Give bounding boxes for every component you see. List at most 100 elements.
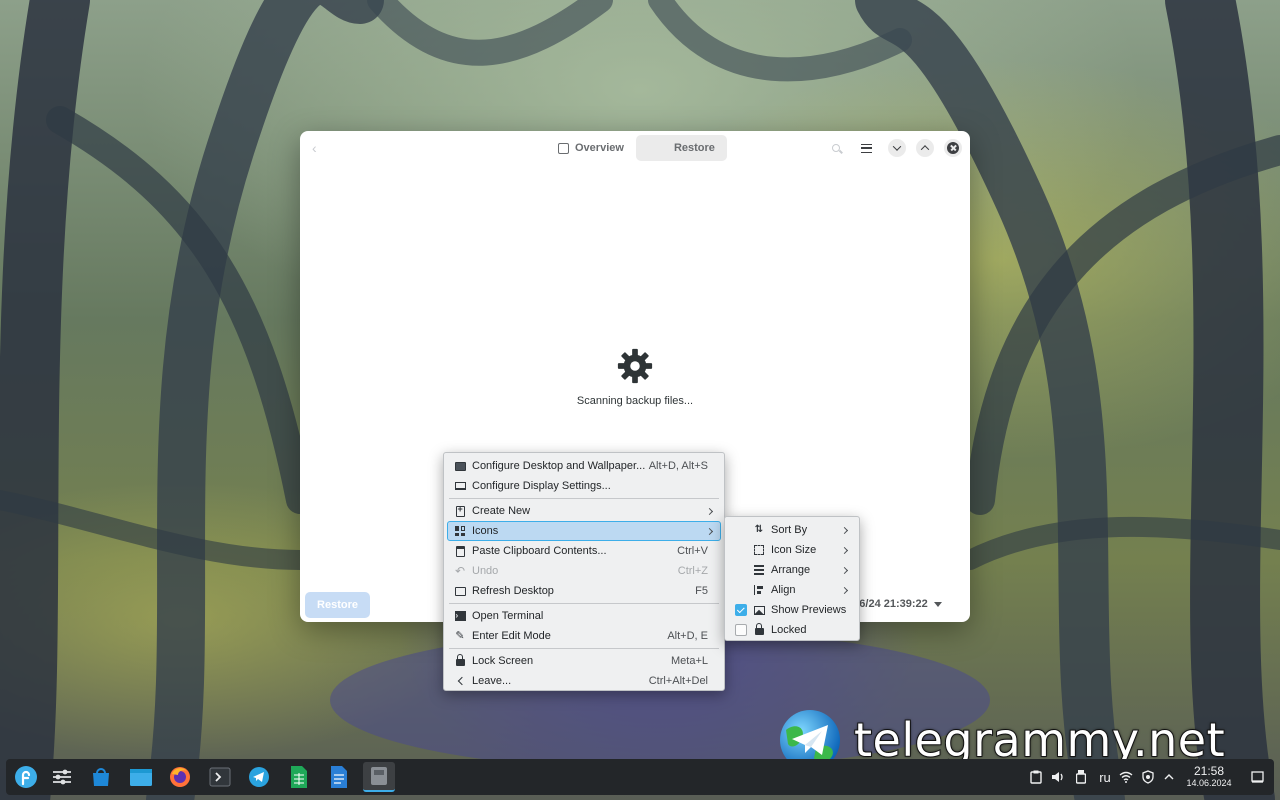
menu-item-open-terminal[interactable]: › Open Terminal — [447, 606, 721, 626]
gear-icon — [617, 348, 653, 384]
align-icon — [753, 584, 765, 596]
scan-status: Scanning backup files... — [300, 347, 970, 407]
menu-item-refresh[interactable]: Refresh Desktop F5 — [447, 581, 721, 601]
tab-restore[interactable]: Restore — [635, 135, 727, 161]
taskbar-telegram[interactable] — [243, 762, 275, 792]
taskbar-terminal[interactable] — [204, 762, 236, 792]
dropdown-arrow-icon — [933, 601, 942, 607]
sort-icon: ⇅ — [754, 524, 764, 535]
menu-item-paste[interactable]: Paste Clipboard Contents... Ctrl+V — [447, 541, 721, 561]
menu-item-label: Icons — [472, 525, 499, 537]
chevron-down-icon — [892, 142, 902, 151]
clock-time: 21:58 — [1193, 764, 1225, 778]
menu-item-icons[interactable]: Icons — [447, 521, 721, 541]
overview-icon — [558, 142, 569, 154]
menu-item-label: Create New — [472, 505, 531, 517]
checkbox-checked-icon[interactable] — [735, 604, 747, 616]
chevron-right-icon — [705, 527, 714, 535]
checkbox-unchecked-icon[interactable] — [735, 624, 747, 636]
updates-tray[interactable] — [1140, 759, 1156, 795]
leave-icon — [454, 675, 466, 687]
menu-item-label: Leave... — [472, 675, 512, 687]
speaker-icon — [1052, 772, 1063, 782]
taskbar-settings[interactable] — [46, 762, 78, 792]
taskbar-backup[interactable] — [363, 762, 395, 792]
close-icon — [947, 142, 959, 154]
firefox-icon — [170, 767, 190, 787]
taskbar-spreadsheet[interactable] — [283, 762, 315, 792]
pencil-icon: ✎ — [455, 630, 465, 642]
terminal-icon — [209, 767, 231, 787]
network-tray[interactable] — [1118, 759, 1134, 795]
menu-item-leave[interactable]: Leave... Ctrl+Alt+Del — [447, 671, 721, 691]
device-tray[interactable] — [1074, 759, 1088, 795]
update-shield-icon — [1142, 770, 1154, 784]
maximize-button[interactable] — [916, 139, 934, 157]
taskbar-document[interactable] — [323, 762, 355, 792]
submenu-item-label: Locked — [771, 624, 807, 636]
menu-item-label: Configure Desktop and Wallpaper... — [472, 460, 646, 472]
search-button[interactable] — [827, 139, 845, 157]
tab-restore-label: Restore — [673, 142, 715, 154]
submenu-item-label: Show Previews — [771, 604, 847, 616]
scan-status-text: Scanning backup files... — [576, 395, 694, 407]
show-desktop-button[interactable] — [1248, 759, 1266, 795]
arrange-icon — [753, 564, 765, 576]
clipboard-icon — [1030, 770, 1042, 784]
digital-clock[interactable]: 21:58 14.06.2024 — [1184, 764, 1234, 789]
menu-item-configure-desktop[interactable]: Configure Desktop and Wallpaper... Alt+D… — [447, 456, 721, 476]
chevron-up-icon — [1164, 774, 1174, 780]
menu-separator — [449, 603, 719, 604]
clipboard-tray[interactable] — [1028, 759, 1044, 795]
menu-button[interactable] — [857, 139, 875, 157]
menu-item-label: Undo — [472, 565, 499, 577]
fedora-launcher-icon — [15, 766, 37, 788]
clock-date: 14.06.2024 — [1186, 778, 1232, 788]
close-button[interactable] — [944, 139, 962, 157]
chevron-right-icon — [840, 546, 849, 554]
taskbar-file-manager[interactable] — [125, 762, 157, 792]
desktop-context-menu: Configure Desktop and Wallpaper... Alt+D… — [443, 452, 725, 691]
taskbar: ru 21:58 14.06.2024 — [6, 759, 1274, 795]
menu-item-label: Open Terminal — [472, 610, 544, 622]
back-arrow-icon[interactable]: ‹ — [312, 141, 326, 155]
submenu-item-show-previews[interactable]: Show Previews — [728, 600, 856, 620]
submenu-item-icon-size[interactable]: Icon Size — [728, 540, 856, 560]
submenu-item-align[interactable]: Align — [728, 580, 856, 600]
menu-item-label: Paste Clipboard Contents... — [472, 545, 607, 557]
show-desktop-icon — [1250, 771, 1264, 783]
chevron-right-icon — [705, 507, 714, 515]
menu-item-edit-mode[interactable]: ✎ Enter Edit Mode Alt+D, E — [447, 626, 721, 646]
menu-item-create-new[interactable]: Create New — [447, 501, 721, 521]
restore-button[interactable]: Restore — [305, 592, 370, 618]
volume-tray[interactable] — [1050, 759, 1066, 795]
window-titlebar[interactable]: ‹ Overview Restore — [300, 131, 970, 165]
minimize-button[interactable] — [888, 139, 906, 157]
application-launcher[interactable] — [10, 762, 42, 792]
discover-store-icon — [93, 768, 109, 786]
menu-item-shortcut: Ctrl+Alt+Del — [648, 675, 708, 687]
submenu-item-locked[interactable]: Locked — [728, 620, 856, 640]
terminal-icon: › — [454, 610, 466, 622]
settings-sliders-icon — [53, 769, 71, 785]
menu-item-lock-screen[interactable]: Lock Screen Meta+L — [447, 651, 721, 671]
chevron-right-icon — [840, 566, 849, 574]
tab-overview[interactable]: Overview — [546, 135, 636, 161]
menu-item-undo[interactable]: ↶ Undo Ctrl+Z — [447, 561, 721, 581]
tray-expander[interactable] — [1162, 759, 1176, 795]
submenu-item-sort-by[interactable]: ⇅ Sort By — [728, 520, 856, 540]
taskbar-firefox[interactable] — [164, 762, 196, 792]
chevron-right-icon — [840, 526, 849, 534]
desktop-wallpaper-icon — [454, 460, 466, 472]
submenu-item-label: Icon Size — [771, 544, 817, 556]
submenu-item-arrange[interactable]: Arrange — [728, 560, 856, 580]
window-tabs: Overview Restore — [546, 135, 727, 161]
taskbar-discover[interactable] — [85, 762, 117, 792]
lock-icon — [454, 654, 466, 667]
keyboard-layout[interactable]: ru — [1095, 759, 1115, 795]
menu-item-configure-display[interactable]: Configure Display Settings... — [447, 476, 721, 496]
hamburger-menu-icon — [860, 143, 872, 153]
new-document-icon — [454, 504, 466, 517]
chevron-up-icon — [920, 145, 930, 154]
document-icon — [331, 766, 347, 788]
